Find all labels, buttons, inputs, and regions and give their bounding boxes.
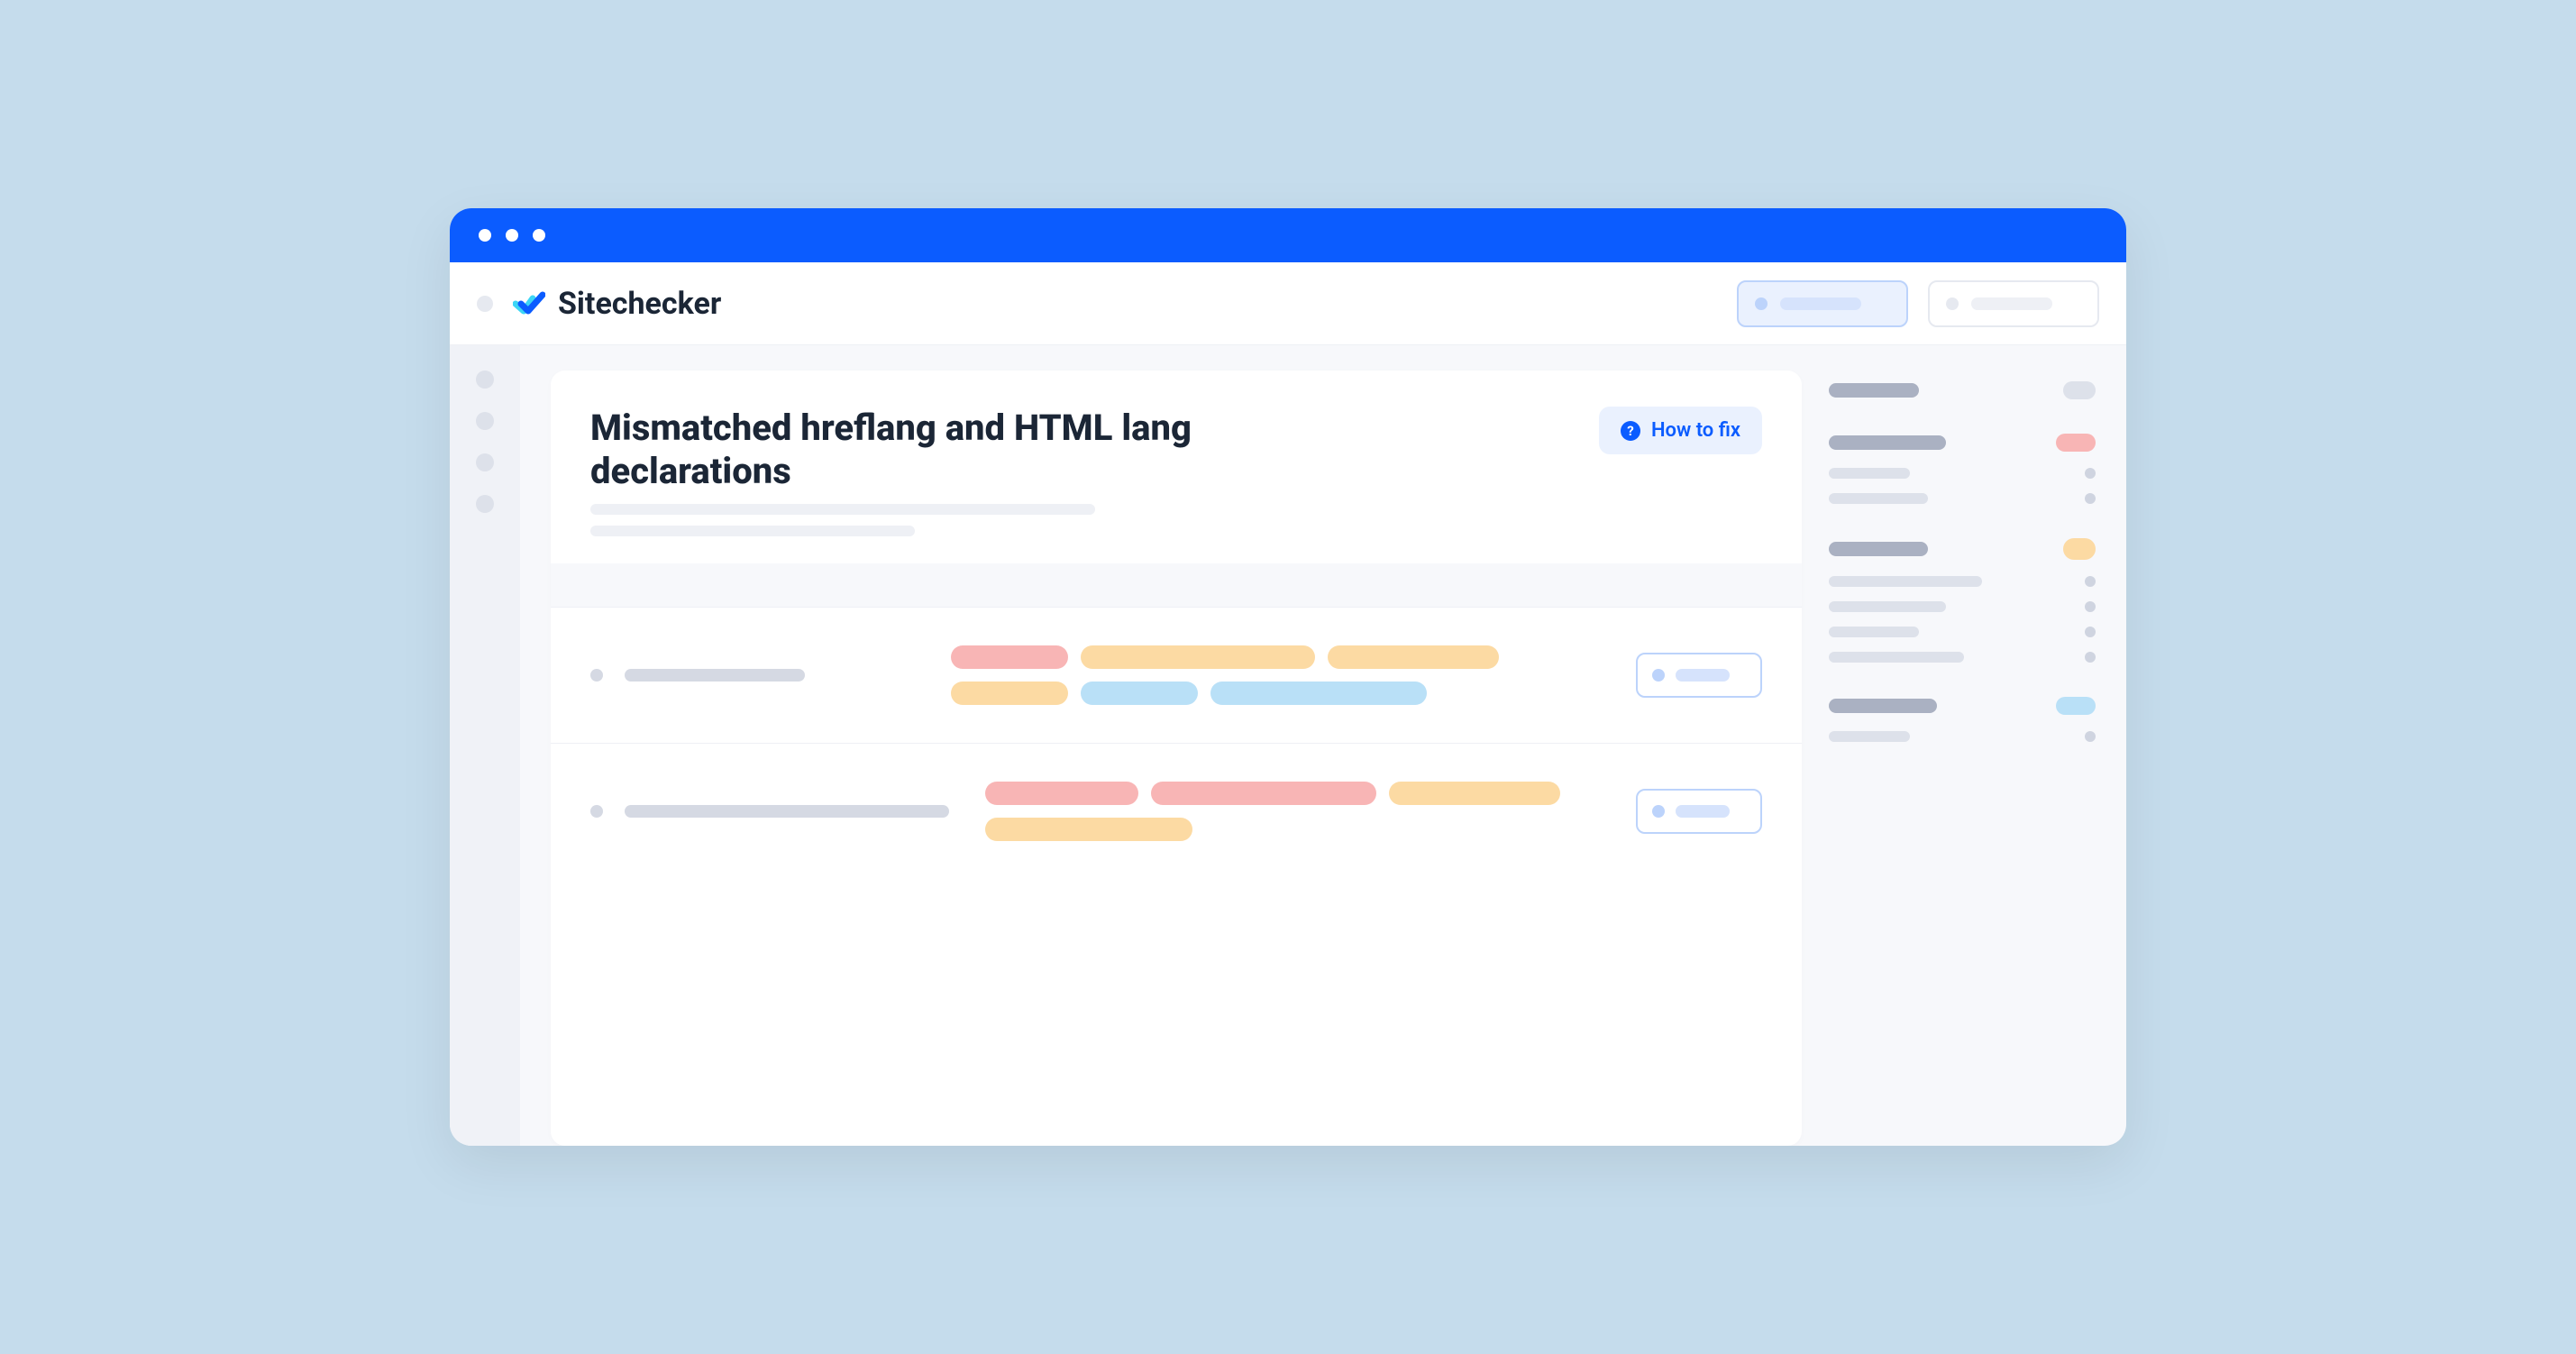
panel-section [1829,697,2096,742]
tag-pill [1081,645,1315,669]
tag-pill [1081,682,1198,705]
row-action-button[interactable] [1636,789,1762,834]
filter-bar [551,563,1802,607]
panel-section [1829,434,2096,504]
browser-titlebar [450,208,2126,262]
placeholder-icon [1652,669,1665,682]
window-close-icon[interactable] [479,229,491,242]
panel-section [1829,538,2096,663]
tag-pill [985,818,1192,841]
placeholder-icon [1946,297,1959,310]
row-status-icon [590,805,603,818]
section-title-placeholder [1829,435,1946,450]
panel-item[interactable] [1829,731,2096,742]
description-placeholder [590,504,1095,515]
sidebar [450,345,520,1146]
section-title-placeholder [1829,699,1937,713]
help-icon: ? [1621,421,1640,441]
tag-group [985,782,1600,841]
app-name: Sitechecker [558,286,721,322]
how-to-fix-label: How to fix [1651,419,1740,442]
tag-pill [1210,682,1427,705]
section-title-placeholder [1829,383,1919,398]
sidebar-item[interactable] [476,495,494,513]
url-placeholder [625,805,949,818]
placeholder-icon [1755,297,1768,310]
app-body: Mismatched hreflang and HTML lang declar… [450,345,2126,1146]
header-secondary-button[interactable] [1928,280,2099,327]
description-placeholder [590,526,915,536]
row-status-icon [590,669,603,682]
tag-pill [951,682,1068,705]
tag-group [951,645,1600,705]
logo[interactable]: Sitechecker [513,286,721,322]
placeholder-label [1676,805,1730,818]
count-badge [2056,434,2096,452]
panel-item[interactable] [1829,468,2096,479]
placeholder-icon [1652,805,1665,818]
panel-item[interactable] [1829,493,2096,504]
menu-toggle-icon[interactable] [477,296,493,312]
result-row [551,607,1802,743]
issue-card: Mismatched hreflang and HTML lang declar… [551,371,1802,1146]
panel-item[interactable] [1829,652,2096,663]
placeholder-label [1971,297,2052,310]
count-badge [2056,697,2096,715]
tag-pill [951,645,1068,669]
right-panel [1829,371,2126,1146]
section-title-placeholder [1829,542,1928,556]
row-action-button[interactable] [1636,653,1762,698]
browser-window: Sitechecker Mismatched hreflang and HTML… [450,208,2126,1146]
window-minimize-icon[interactable] [506,229,518,242]
window-maximize-icon[interactable] [533,229,545,242]
panel-item[interactable] [1829,601,2096,612]
tag-pill [1328,645,1499,669]
header-primary-button[interactable] [1737,280,1908,327]
tag-pill [1389,782,1560,805]
panel-section [1829,381,2096,399]
panel-item[interactable] [1829,627,2096,637]
tag-pill [1151,782,1376,805]
sidebar-item[interactable] [476,371,494,389]
how-to-fix-button[interactable]: ? How to fix [1599,407,1762,454]
url-placeholder [625,669,805,682]
count-badge [2063,381,2096,399]
issue-title: Mismatched hreflang and HTML lang declar… [590,407,1239,493]
sidebar-item[interactable] [476,412,494,430]
panel-item[interactable] [1829,576,2096,587]
tag-pill [985,782,1138,805]
placeholder-label [1780,297,1861,310]
main-area: Mismatched hreflang and HTML lang declar… [520,345,2126,1146]
sidebar-item[interactable] [476,453,494,471]
issue-header: Mismatched hreflang and HTML lang declar… [551,371,1802,563]
app-header: Sitechecker [450,262,2126,345]
placeholder-label [1676,669,1730,682]
checkmark-icon [513,291,545,316]
result-row [551,743,1802,879]
traffic-lights [479,229,545,242]
count-badge [2063,538,2096,560]
